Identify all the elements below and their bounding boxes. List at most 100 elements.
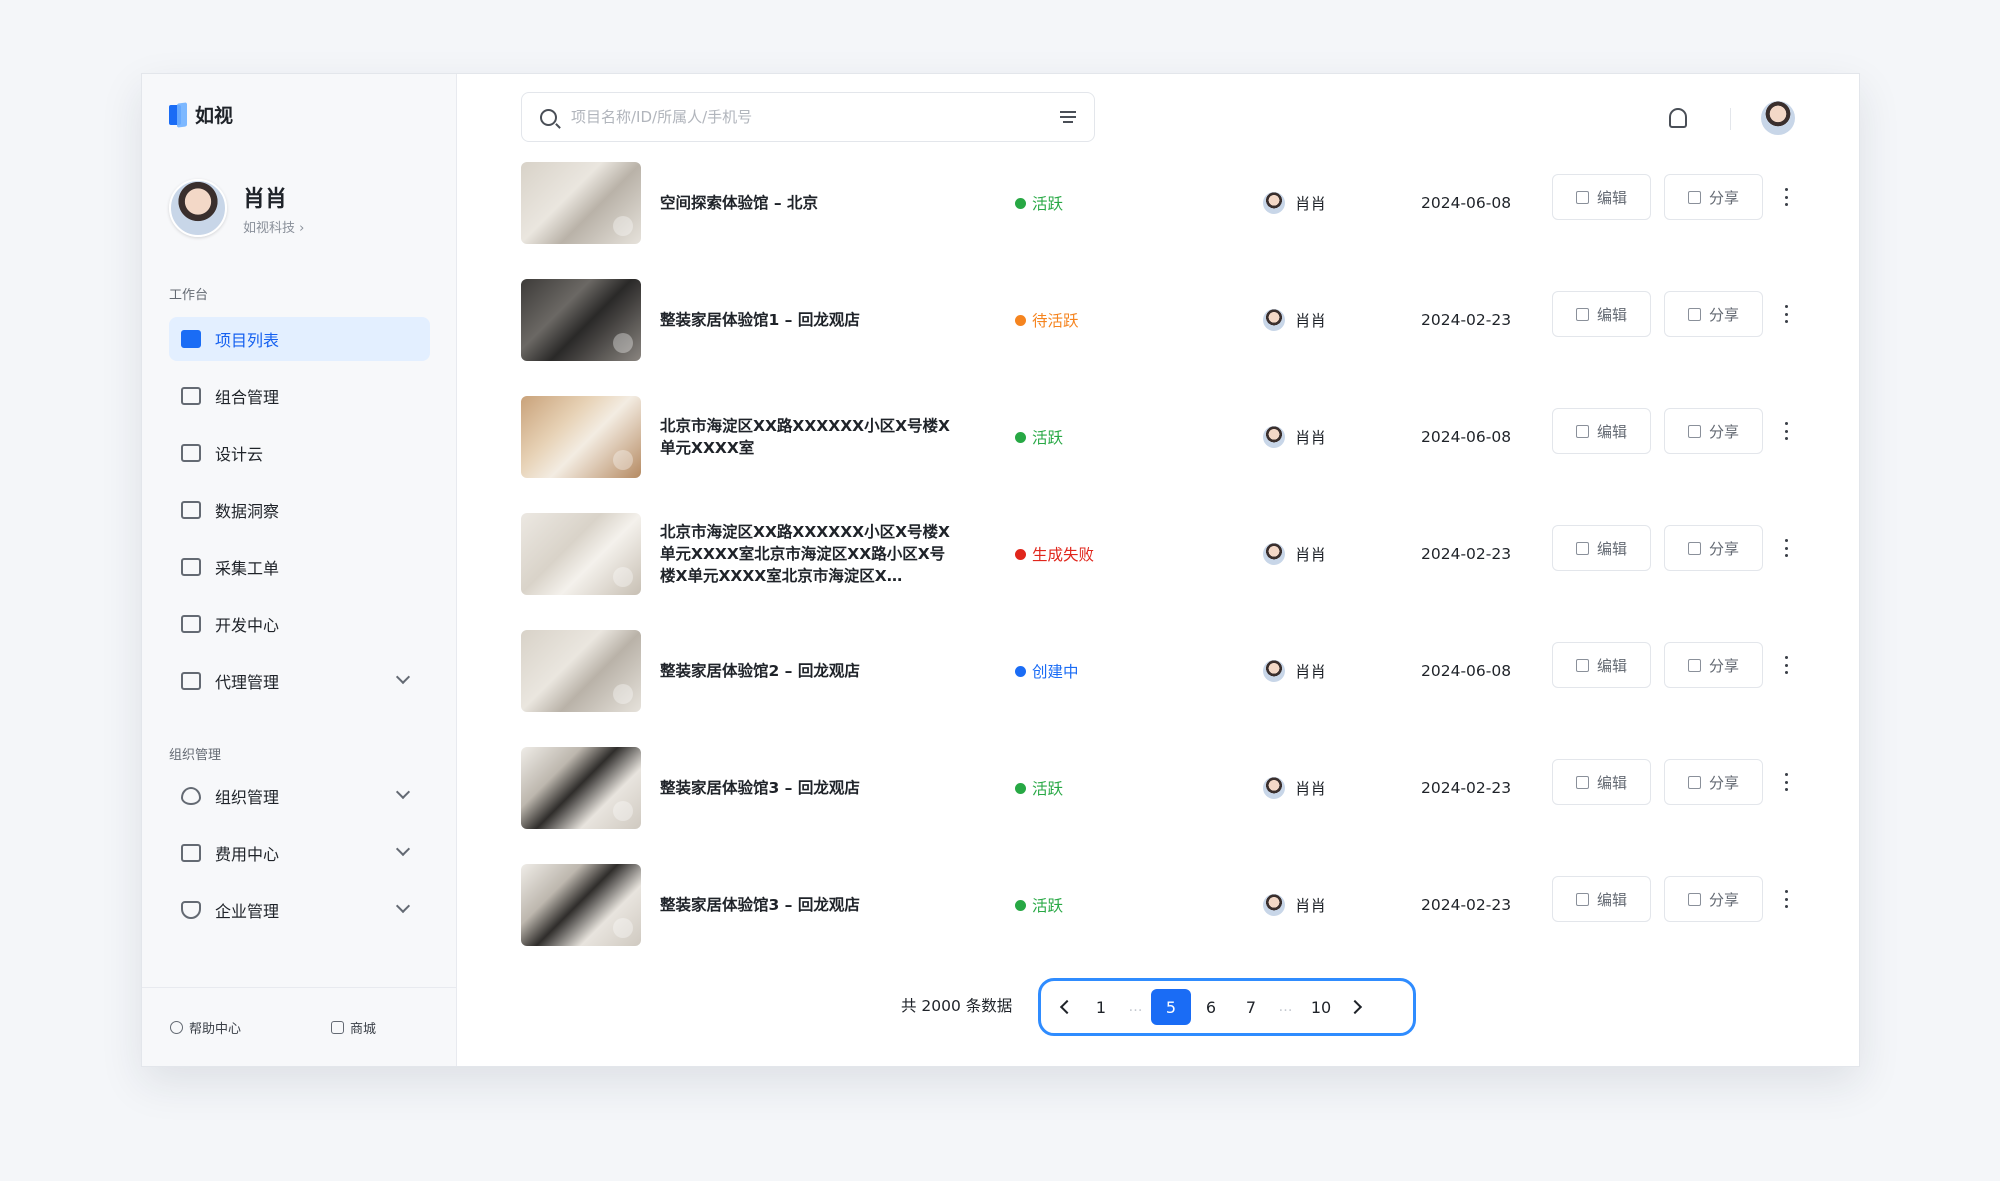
status-label: 活跃 bbox=[1032, 780, 1064, 798]
page-button[interactable]: 7 bbox=[1231, 989, 1271, 1025]
sidebar-item-design-cloud[interactable]: 设计云 bbox=[169, 431, 430, 475]
more-icon[interactable] bbox=[1785, 422, 1789, 440]
share-button[interactable]: 分享 bbox=[1664, 291, 1763, 337]
status-badge: 创建中 bbox=[1015, 630, 1079, 712]
edit-button[interactable]: 编辑 bbox=[1552, 876, 1651, 922]
project-thumbnail[interactable] bbox=[521, 513, 641, 595]
sidebar-item-org-management[interactable]: 组织管理 bbox=[169, 774, 430, 818]
sidebar-item-project-list[interactable]: 项目列表 bbox=[169, 317, 430, 361]
chevron-down-icon bbox=[395, 784, 411, 800]
more-icon[interactable] bbox=[1785, 539, 1789, 557]
pagination-total: 共 2000 条数据 bbox=[901, 997, 1013, 1015]
more-icon[interactable] bbox=[1785, 305, 1789, 323]
more-icon[interactable] bbox=[1785, 656, 1789, 674]
project-thumbnail[interactable] bbox=[521, 630, 641, 712]
share-button[interactable]: 分享 bbox=[1664, 174, 1763, 220]
page-button[interactable]: 5 bbox=[1151, 989, 1191, 1025]
share-button[interactable]: 分享 bbox=[1664, 759, 1763, 805]
share-icon bbox=[1687, 658, 1701, 672]
edit-icon bbox=[1575, 892, 1589, 906]
share-button[interactable]: 分享 bbox=[1664, 525, 1763, 571]
avatar[interactable] bbox=[1761, 101, 1795, 135]
project-title[interactable]: 北京市海淀区XX路XXXXXX小区X号楼X单元XXXX室 bbox=[660, 396, 960, 478]
status-label: 待活跃 bbox=[1032, 312, 1079, 330]
avatar bbox=[1263, 192, 1285, 214]
table-row[interactable]: 北京市海淀区XX路XXXXXX小区X号楼X单元XXXX室 活跃 肖肖 2024-… bbox=[521, 396, 1788, 478]
search-icon bbox=[540, 108, 557, 126]
table-row[interactable]: 空间探索体验馆 – 北京 活跃 肖肖 2024-06-08 编辑 分享 bbox=[521, 162, 1788, 244]
prev-page-button[interactable] bbox=[1053, 989, 1081, 1025]
status-badge: 生成失败 bbox=[1015, 513, 1094, 595]
more-icon[interactable] bbox=[1785, 773, 1789, 791]
logo[interactable]: 如视 bbox=[169, 101, 233, 128]
share-button[interactable]: 分享 bbox=[1664, 876, 1763, 922]
table-row[interactable]: 整装家居体验馆3 – 回龙观店 活跃 肖肖 2024-02-23 编辑 分享 bbox=[521, 864, 1788, 946]
next-page-button[interactable] bbox=[1341, 989, 1369, 1025]
project-title[interactable]: 北京市海淀区XX路XXXXXX小区X号楼X单元XXXX室北京市海淀区XX路小区X… bbox=[660, 513, 960, 595]
edit-button[interactable]: 编辑 bbox=[1552, 174, 1651, 220]
sidebar-item-enterprise[interactable]: 企业管理 bbox=[169, 888, 430, 932]
profile-name: 肖肖 bbox=[243, 186, 288, 212]
edit-button[interactable]: 编辑 bbox=[1552, 759, 1651, 805]
share-button[interactable]: 分享 bbox=[1664, 642, 1763, 688]
project-thumbnail[interactable] bbox=[521, 747, 641, 829]
edit-button[interactable]: 编辑 bbox=[1552, 291, 1651, 337]
profile-org[interactable]: 如视科技 › bbox=[243, 217, 304, 236]
share-button[interactable]: 分享 bbox=[1664, 408, 1763, 454]
project-thumbnail[interactable] bbox=[521, 162, 641, 244]
more-icon[interactable] bbox=[1785, 188, 1789, 206]
status-label: 活跃 bbox=[1032, 429, 1064, 447]
shop-link[interactable]: 商城 bbox=[331, 1018, 376, 1037]
sidebar-item-capture-orders[interactable]: 采集工单 bbox=[169, 545, 430, 589]
page-button[interactable]: 6 bbox=[1191, 989, 1231, 1025]
more-icon[interactable] bbox=[1785, 890, 1789, 908]
table-row[interactable]: 整装家居体验馆1 – 回龙观店 待活跃 肖肖 2024-02-23 编辑 分享 bbox=[521, 279, 1788, 361]
section-label-workbench: 工作台 bbox=[169, 288, 209, 303]
table-row[interactable]: 整装家居体验馆2 – 回龙观店 创建中 肖肖 2024-06-08 编辑 分享 bbox=[521, 630, 1788, 712]
project-thumbnail[interactable] bbox=[521, 396, 641, 478]
sidebar-item-agent-management[interactable]: 代理管理 bbox=[169, 659, 430, 703]
edit-button[interactable]: 编辑 bbox=[1552, 642, 1651, 688]
play-icon bbox=[613, 333, 633, 353]
page-button[interactable]: 1 bbox=[1081, 989, 1121, 1025]
play-icon bbox=[613, 918, 633, 938]
bell-icon[interactable] bbox=[1669, 108, 1687, 128]
project-title[interactable]: 整装家居体验馆2 – 回龙观店 bbox=[660, 630, 960, 712]
search-bar bbox=[521, 92, 1095, 142]
share-icon bbox=[1687, 190, 1701, 204]
user-profile[interactable]: 肖肖 如视科技 › bbox=[169, 179, 304, 237]
avatar bbox=[1263, 426, 1285, 448]
share-icon bbox=[1687, 775, 1701, 789]
app-window: 如视 肖肖 如视科技 › 工作台 项目列表 组合管理 设计云 数据洞察 采集工单… bbox=[141, 73, 1860, 1067]
filter-icon[interactable] bbox=[1060, 111, 1076, 123]
owner-name: 肖肖 bbox=[1295, 663, 1327, 681]
owner: 肖肖 bbox=[1263, 747, 1326, 829]
video-icon bbox=[181, 330, 201, 348]
page-button[interactable]: 10 bbox=[1301, 989, 1341, 1025]
search-input[interactable] bbox=[571, 108, 1060, 126]
sidebar-item-dev-center[interactable]: 开发中心 bbox=[169, 602, 430, 646]
table-row[interactable]: 整装家居体验馆3 – 回龙观店 活跃 肖肖 2024-02-23 编辑 分享 bbox=[521, 747, 1788, 829]
edit-icon bbox=[1575, 541, 1589, 555]
edit-button[interactable]: 编辑 bbox=[1552, 525, 1651, 571]
help-center-link[interactable]: 帮助中心 bbox=[170, 1018, 241, 1037]
project-thumbnail[interactable] bbox=[521, 864, 641, 946]
project-date: 2024-06-08 bbox=[1421, 194, 1512, 212]
status-dot-icon bbox=[1015, 899, 1026, 911]
owner-name: 肖肖 bbox=[1295, 429, 1327, 447]
project-title[interactable]: 整装家居体验馆3 – 回龙观店 bbox=[660, 864, 960, 946]
sidebar-item-label: 企业管理 bbox=[215, 902, 280, 921]
project-thumbnail[interactable] bbox=[521, 279, 641, 361]
sidebar-item-group-management[interactable]: 组合管理 bbox=[169, 374, 430, 418]
project-title[interactable]: 空间探索体验馆 – 北京 bbox=[660, 162, 960, 244]
project-title[interactable]: 整装家居体验馆1 – 回龙观店 bbox=[660, 279, 960, 361]
form-icon bbox=[181, 558, 201, 576]
project-title[interactable]: 整装家居体验馆3 – 回龙观店 bbox=[660, 747, 960, 829]
edit-button[interactable]: 编辑 bbox=[1552, 408, 1651, 454]
owner-name: 肖肖 bbox=[1295, 195, 1327, 213]
sidebar-item-data-insight[interactable]: 数据洞察 bbox=[169, 488, 430, 532]
status-dot-icon bbox=[1015, 782, 1026, 794]
table-row[interactable]: 北京市海淀区XX路XXXXXX小区X号楼X单元XXXX室北京市海淀区XX路小区X… bbox=[521, 513, 1788, 595]
sidebar-item-billing[interactable]: 费用中心 bbox=[169, 831, 430, 875]
folder-icon bbox=[181, 387, 201, 405]
